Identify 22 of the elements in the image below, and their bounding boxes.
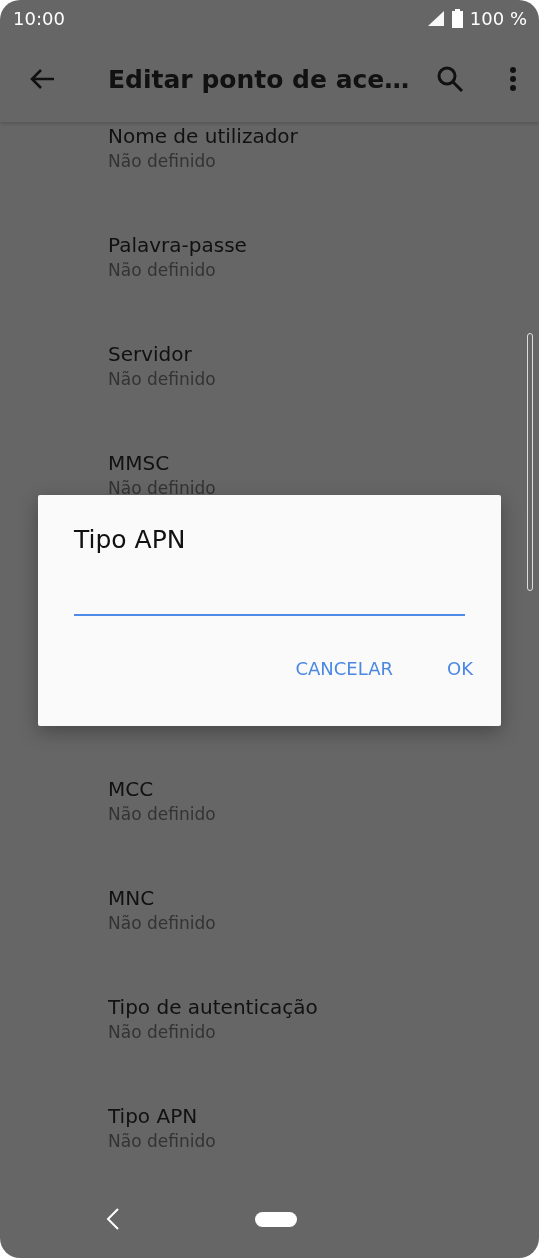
scrollbar[interactable] — [527, 333, 533, 591]
setting-title: Tipo de autenticação — [108, 995, 318, 1019]
app-bar-title: Editar ponto de ace… — [108, 64, 411, 94]
setting-title: Nome de utilizador — [108, 124, 298, 148]
setting-title: Servidor — [108, 342, 192, 366]
setting-title: Tipo APN — [108, 1104, 198, 1128]
signal-icon — [426, 10, 445, 26]
more-options-icon[interactable] — [509, 67, 517, 91]
back-icon[interactable] — [106, 1208, 120, 1230]
battery-level: 100 % — [469, 7, 527, 29]
setting-title: MCC — [108, 777, 154, 801]
dialog-button[interactable]: CANCELAR — [281, 650, 407, 687]
home-pill[interactable] — [255, 1211, 297, 1227]
search-icon[interactable] — [436, 65, 464, 93]
dialog-button[interactable]: OK — [433, 650, 487, 687]
status-time: 10:00 — [13, 7, 65, 29]
setting-title: MMSC — [108, 451, 170, 475]
battery-icon — [451, 8, 463, 28]
setting-title: Palavra-passe — [108, 233, 247, 257]
setting-title: MNC — [108, 886, 155, 910]
back-arrow-icon[interactable] — [29, 68, 55, 90]
dialog-title: Tipo APN — [74, 525, 186, 554]
